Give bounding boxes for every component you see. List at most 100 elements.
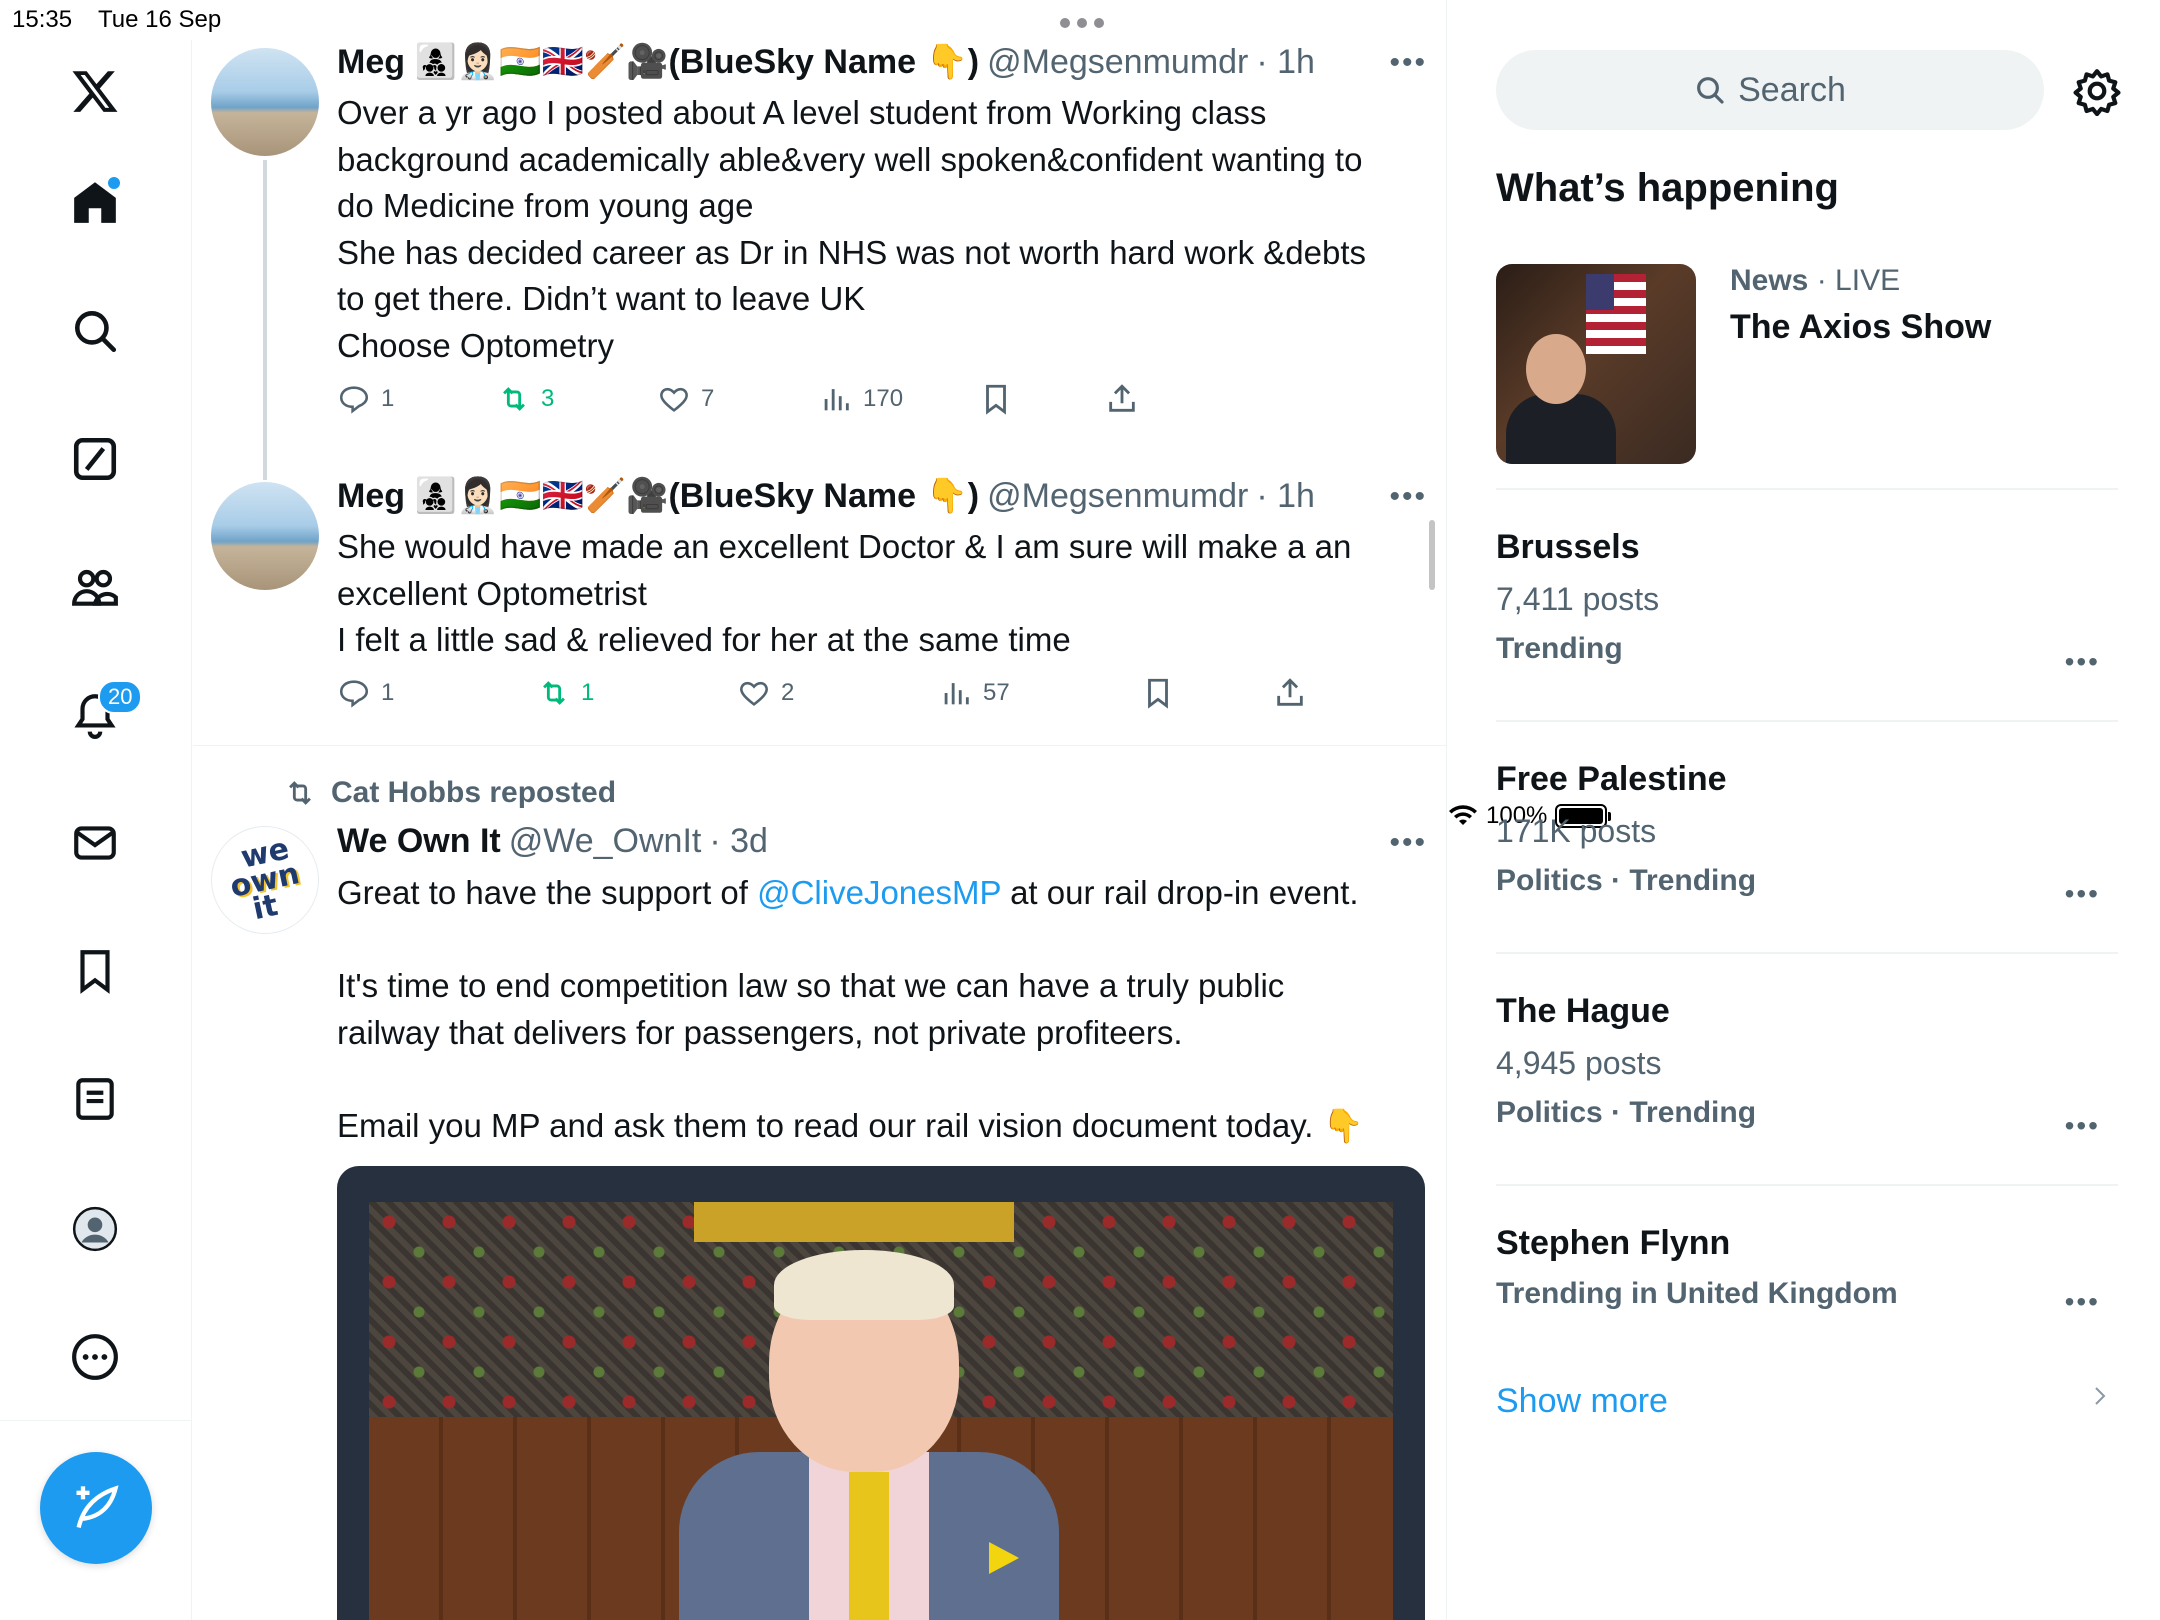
timeline[interactable]: Meg 👩‍👧‍👦👩🏻‍⚕️🇮🇳🇬🇧🏏🎥(BlueSky Name 👇) @Me… [193, 0, 1447, 1620]
mention-link[interactable]: @CliveJonesMP [757, 874, 1001, 911]
share-icon [1277, 678, 1303, 706]
repost-label-text: Cat Hobbs reposted [331, 776, 617, 809]
trend-more-icon[interactable]: ••• [2065, 646, 2100, 678]
trend-divider [1496, 952, 2118, 954]
nav-divider [0, 1420, 192, 1421]
x-logo-icon[interactable] [60, 56, 130, 126]
author-handle[interactable]: @Megsenmumdr [987, 477, 1248, 516]
trend-more-icon[interactable]: ••• [2065, 1286, 2100, 1318]
status-time: 15:35 [12, 6, 73, 33]
post-divider [193, 745, 1446, 746]
gear-icon[interactable] [2072, 66, 2122, 116]
trend-item[interactable]: Free Palestine 171K posts Politics · Tre… [1496, 760, 2118, 909]
show-more-link[interactable]: Show more [1496, 1382, 1668, 1421]
like-button[interactable]: 7 [657, 382, 714, 416]
post-header: Meg 👩‍👧‍👦👩🏻‍⚕️🇮🇳🇬🇧🏏🎥(BlueSky Name 👇) @Me… [337, 42, 1315, 82]
notifications-icon[interactable]: 20 [60, 680, 143, 750]
author-name[interactable]: We Own It [337, 822, 501, 861]
trend-divider [1496, 1184, 2118, 1186]
post-header: We Own It @We_OwnIt · 3d [337, 822, 768, 861]
notifications-badge: 20 [98, 680, 143, 714]
grok-icon[interactable] [60, 424, 130, 494]
repost-button[interactable]: 1 [537, 676, 594, 710]
thread-line [263, 160, 267, 480]
post-line: Over a yr ago I posted about A level stu… [337, 94, 1267, 131]
heart-icon [740, 681, 768, 706]
home-unread-dot [108, 177, 120, 189]
trend-name: Brussels [1496, 528, 1640, 566]
post-actions: 1 1 2 57 [337, 676, 1337, 716]
post-line: to get there. Didn’t want to leave UK [337, 280, 866, 317]
repost-icon [503, 387, 525, 411]
post-line: It's time to end competition law so that… [337, 967, 1285, 1004]
avatar[interactable] [211, 482, 319, 590]
post-time[interactable]: · 1h [1256, 43, 1315, 82]
play-icon[interactable] [989, 1542, 1019, 1574]
trend-more-icon[interactable]: ••• [2065, 1110, 2100, 1142]
reply-icon [339, 680, 369, 708]
post-line: I felt a little sad & relieved for her a… [337, 621, 1071, 658]
trend-name: The Hague [1496, 992, 1670, 1030]
scrollbar-thumb[interactable] [1429, 520, 1435, 590]
bookmark-icon [1148, 678, 1168, 709]
avatar[interactable] [211, 48, 319, 156]
trend-category: Politics · Trending [1496, 864, 1757, 897]
author-handle[interactable]: @Megsenmumdr [987, 43, 1248, 82]
chevron-right-icon[interactable] [2088, 1384, 2112, 1408]
more-icon[interactable] [60, 1322, 130, 1392]
home-icon[interactable] [60, 167, 130, 237]
author-handle[interactable]: @We_OwnIt [509, 822, 702, 861]
post-more-icon[interactable]: ••• [1389, 826, 1427, 860]
repost-count: 1 [581, 679, 595, 706]
news-thumbnail[interactable] [1496, 264, 1696, 464]
views-button[interactable]: 170 [819, 382, 903, 416]
like-button[interactable]: 2 [737, 676, 794, 710]
trend-item[interactable]: Stephen Flynn Trending in United Kingdom… [1496, 1224, 2118, 1317]
search-input[interactable]: Search [1496, 50, 2044, 130]
author-name[interactable]: Meg 👩‍👧‍👦👩🏻‍⚕️🇮🇳🇬🇧🏏🎥(BlueSky Name 👇) [337, 42, 979, 82]
bookmark-button[interactable] [979, 382, 1013, 416]
compose-button[interactable] [40, 1452, 152, 1564]
post-media[interactable] [337, 1166, 1425, 1620]
views-icon [944, 683, 969, 705]
bookmarks-icon[interactable] [60, 936, 130, 1006]
reply-button[interactable]: 1 [337, 676, 394, 710]
trend-count: 171K posts [1496, 813, 1657, 849]
bookmark-icon [986, 384, 1006, 415]
post-text: She would have made an excellent Doctor … [337, 524, 1417, 664]
share-button[interactable] [1105, 382, 1139, 416]
author-name[interactable]: Meg 👩‍👧‍👦👩🏻‍⚕️🇮🇳🇬🇧🏏🎥(BlueSky Name 👇) [337, 476, 979, 516]
trend-item[interactable]: Brussels 7,411 posts Trending ••• [1496, 528, 2118, 677]
post-more-icon[interactable]: ••• [1389, 480, 1427, 514]
trend-item[interactable]: The Hague 4,945 posts Politics · Trendin… [1496, 992, 2118, 1141]
trend-category: Politics · Trending [1496, 1096, 1757, 1129]
trend-name: Free Palestine [1496, 760, 1727, 798]
trend-more-icon[interactable]: ••• [2065, 878, 2100, 910]
news-meta: News · LIVE [1730, 264, 1900, 298]
profile-icon[interactable] [60, 1194, 130, 1264]
post-text: Great to have the support of @CliveJones… [337, 870, 1417, 1149]
post-time[interactable]: · 3d [709, 822, 768, 861]
search-placeholder: Search [1738, 70, 1846, 109]
trend-name: Stephen Flynn [1496, 1224, 1731, 1262]
views-count: 170 [863, 385, 904, 412]
trend-category: Trending [1496, 632, 1623, 665]
share-button[interactable] [1273, 676, 1307, 710]
repost-label[interactable]: Cat Hobbs reposted [283, 776, 616, 810]
repost-button[interactable]: 3 [497, 382, 554, 416]
bookmark-button[interactable] [1141, 676, 1175, 710]
news-title[interactable]: The Axios Show [1730, 308, 1991, 347]
post-more-icon[interactable]: ••• [1389, 46, 1427, 80]
avatar[interactable]: we own it [211, 826, 319, 934]
lists-icon[interactable] [60, 1064, 130, 1134]
messages-icon[interactable] [60, 808, 130, 878]
communities-icon[interactable] [60, 552, 130, 622]
post-header: Meg 👩‍👧‍👦👩🏻‍⚕️🇮🇳🇬🇧🏏🎥(BlueSky Name 👇) @Me… [337, 476, 1315, 516]
left-nav: 20 [0, 40, 192, 1620]
views-button[interactable]: 57 [939, 676, 1010, 710]
like-count: 7 [701, 385, 715, 412]
post-line: railway that delivers for passengers, no… [337, 1013, 1183, 1051]
post-time[interactable]: · 1h [1256, 477, 1315, 516]
reply-button[interactable]: 1 [337, 382, 394, 416]
search-icon[interactable] [60, 296, 130, 366]
